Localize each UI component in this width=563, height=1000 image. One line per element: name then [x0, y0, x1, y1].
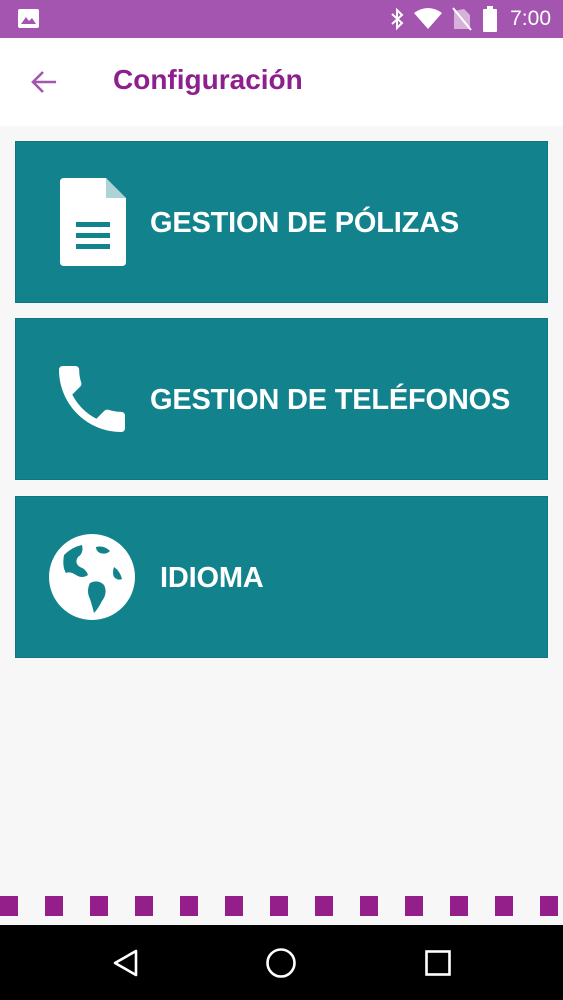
recents-square-icon	[425, 949, 451, 976]
page-title: Configuración	[113, 64, 303, 95]
menu-item-label: IDIOMA	[160, 561, 264, 594]
menu-item-policies[interactable]: GESTION DE PÓLIZAS	[15, 141, 548, 303]
status-bar: 7:00	[0, 0, 563, 38]
wifi-icon	[414, 8, 443, 29]
status-time: 7:00	[510, 7, 551, 30]
home-circle-icon	[266, 947, 296, 978]
arrow-left-icon	[31, 71, 56, 93]
navigation-bar	[0, 925, 563, 1000]
bluetooth-icon	[391, 7, 404, 31]
menu-item-phones[interactable]: GESTION DE TELÉFONOS	[15, 318, 548, 480]
app-bar: Configuración	[0, 38, 563, 126]
image-icon	[18, 9, 39, 28]
no-sim-icon	[452, 7, 472, 31]
globe-icon	[49, 534, 135, 620]
nav-recents-button[interactable]	[408, 925, 468, 1000]
menu-item-language[interactable]: IDIOMA	[15, 496, 548, 658]
nav-back-button[interactable]	[96, 925, 156, 1000]
phone-icon	[59, 366, 125, 432]
back-triangle-icon	[113, 949, 138, 976]
menu-item-label: GESTION DE TELÉFONOS	[150, 383, 511, 416]
battery-icon	[483, 6, 498, 32]
decorative-dotted-border	[0, 896, 563, 916]
menu-item-label: GESTION DE PÓLIZAS	[150, 206, 459, 239]
back-button[interactable]	[24, 60, 64, 104]
document-icon	[60, 178, 126, 266]
nav-home-button[interactable]	[251, 925, 311, 1000]
